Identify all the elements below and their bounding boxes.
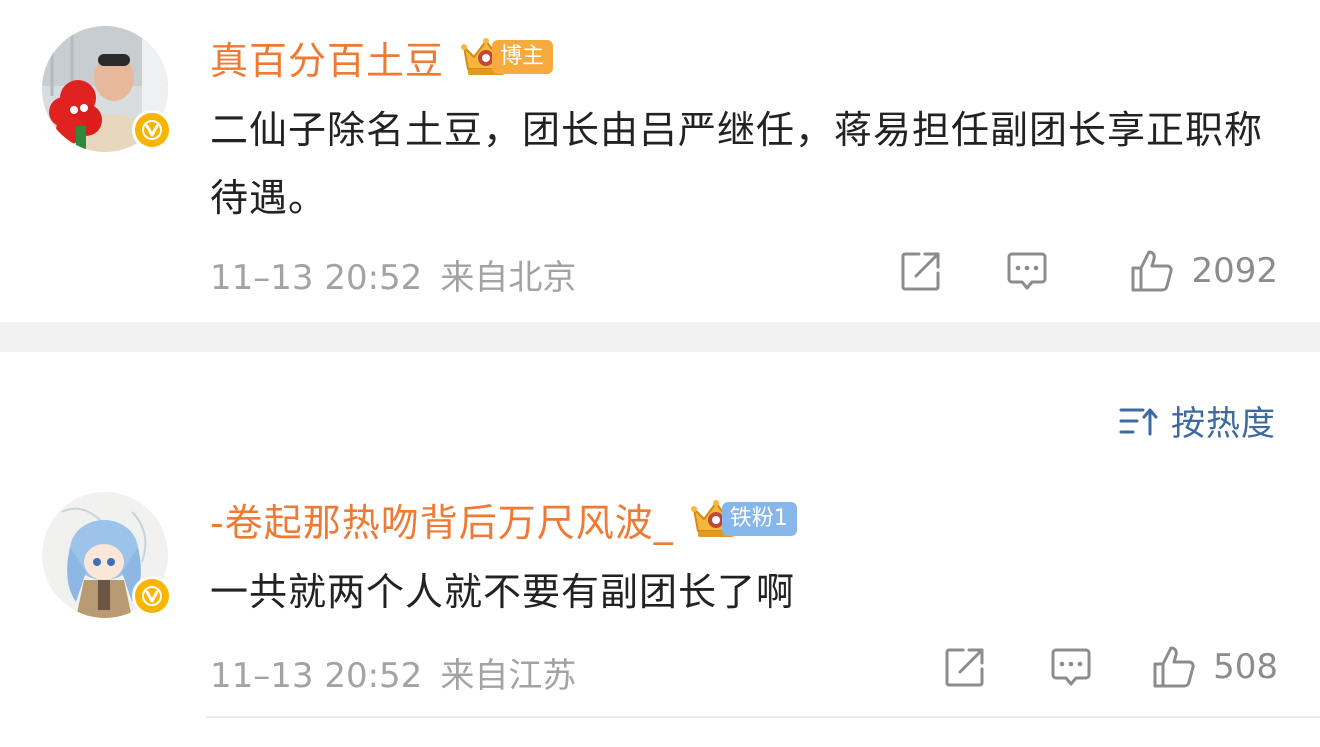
share-icon — [945, 648, 984, 687]
username[interactable]: 真百分百土豆 — [210, 30, 444, 85]
blogger-badge[interactable]: 博主 — [458, 38, 554, 75]
v-icon — [132, 576, 172, 616]
comment-text: 一共就两个人就不要有副团长了啊 — [210, 570, 796, 614]
comment-actions: 2092 — [899, 248, 1278, 294]
comment-icon — [1007, 252, 1047, 290]
reply-button[interactable] — [1049, 645, 1093, 689]
thumbs-up-icon — [1131, 250, 1174, 292]
like-button[interactable]: 508 — [1151, 644, 1278, 690]
fan-badge[interactable]: 铁粉1 — [688, 500, 797, 537]
bottom-divider — [206, 716, 1320, 718]
comment-meta: 11–13 20:52 来自江苏 — [210, 648, 576, 697]
share-button[interactable] — [899, 249, 943, 293]
like-count: 2092 — [1191, 251, 1278, 291]
comments-page: 真百分百土豆 博主 二仙子除名土豆，团长由吕严继任，蒋易担任副团长享正职称待遇。… — [0, 0, 1320, 747]
location: 来自北京 — [440, 258, 577, 298]
share-icon — [901, 252, 940, 291]
comment-meta: 11–13 20:52 来自北京 — [210, 250, 576, 299]
like-button[interactable]: 2092 — [1129, 248, 1278, 294]
comment-icon — [1051, 648, 1091, 686]
comment-text: 二仙子除名土豆，团长由吕严继任，蒋易担任副团长享正职称待遇。 — [210, 108, 1264, 220]
sort-icon — [1119, 408, 1158, 435]
location: 来自江苏 — [440, 656, 577, 696]
like-count: 508 — [1213, 647, 1278, 687]
comment-item: 真百分百土豆 博主 二仙子除名土豆，团长由吕严继任，蒋易担任副团长享正职称待遇。… — [0, 0, 1320, 322]
name-row: 真百分百土豆 博主 — [210, 30, 554, 85]
share-button[interactable] — [943, 645, 987, 689]
avatar[interactable] — [42, 26, 172, 152]
badge-label: 博主 — [492, 40, 554, 74]
badge-label: 铁粉1 — [721, 502, 797, 536]
name-row: -卷起那热吻背后万尺风波_ 铁粉1 — [210, 492, 797, 547]
sort-label: 按热度 — [1171, 404, 1276, 444]
thumbs-up-icon — [1153, 646, 1195, 688]
avatar[interactable] — [42, 492, 172, 618]
timestamp: 11–13 20:52 — [210, 656, 423, 696]
v-icon — [132, 110, 172, 150]
section-divider — [0, 322, 1320, 352]
sort-toggle[interactable]: 按热度 — [1119, 396, 1276, 445]
timestamp: 11–13 20:52 — [210, 258, 423, 298]
username[interactable]: -卷起那热吻背后万尺风波_ — [210, 492, 674, 547]
comment-item: -卷起那热吻背后万尺风波_ 铁粉1 一共就两个人就不要有副团长了啊 11–13 … — [0, 472, 1320, 747]
comment-actions: 508 — [943, 644, 1278, 690]
reply-button[interactable] — [1005, 249, 1049, 293]
